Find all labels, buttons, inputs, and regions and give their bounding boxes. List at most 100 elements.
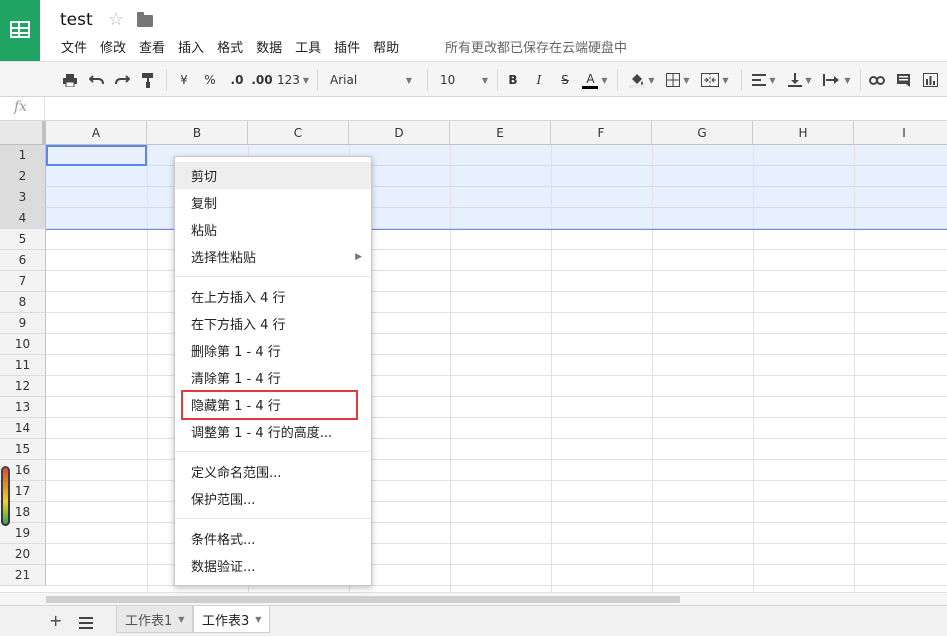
- menu-item-delete-rows[interactable]: 删除第 1 - 4 行: [175, 337, 371, 364]
- column-header-h[interactable]: H: [753, 121, 854, 145]
- menu-bar: 文件 修改 查看 插入 格式 数据 工具 插件 帮助: [61, 37, 412, 56]
- chevron-down-icon[interactable]: ▼: [255, 615, 261, 624]
- font-size-value: 10: [440, 73, 456, 87]
- menu-item-label: 粘贴: [191, 224, 218, 239]
- menu-insert[interactable]: 插入: [178, 37, 204, 56]
- row-header-10[interactable]: 10: [0, 334, 46, 355]
- strikethrough-button[interactable]: S: [557, 68, 573, 92]
- menu-item-copy[interactable]: 复制: [175, 189, 371, 216]
- decrease-decimals-button[interactable]: .0: [226, 68, 248, 92]
- document-title[interactable]: test: [60, 10, 93, 30]
- merge-cells-button[interactable]: ▼: [697, 68, 733, 92]
- row-header-20[interactable]: 20: [0, 544, 46, 565]
- link-icon[interactable]: [866, 68, 888, 92]
- folder-icon[interactable]: [137, 12, 153, 27]
- font-size-select[interactable]: 10 ▼: [440, 68, 488, 92]
- menu-data[interactable]: 数据: [256, 37, 282, 56]
- italic-button[interactable]: I: [531, 68, 547, 92]
- sheet-tabs-bar: + 工作表1 ▼ 工作表3 ▼: [0, 605, 947, 636]
- menu-item-label: 保护范围...: [191, 493, 256, 508]
- row-header-7[interactable]: 7: [0, 271, 46, 292]
- percent-format-button[interactable]: %: [201, 68, 219, 92]
- sheets-logo-icon[interactable]: [0, 0, 40, 61]
- currency-format-button[interactable]: ¥: [176, 68, 192, 92]
- column-header-b[interactable]: B: [147, 121, 248, 145]
- bold-button[interactable]: B: [505, 68, 521, 92]
- sheet-tab-1[interactable]: 工作表1 ▼: [116, 606, 194, 633]
- menu-format[interactable]: 格式: [217, 37, 243, 56]
- column-header-g[interactable]: G: [652, 121, 753, 145]
- row-header-3[interactable]: 3: [0, 187, 46, 208]
- sheet-tab-3[interactable]: 工作表3 ▼: [193, 606, 271, 633]
- vertical-align-button[interactable]: ▼: [783, 68, 817, 92]
- row-header-5[interactable]: 5: [0, 229, 46, 250]
- menu-item-paste[interactable]: 粘贴: [175, 216, 371, 243]
- menu-edit[interactable]: 修改: [100, 37, 126, 56]
- menu-item-label: 调整第 1 - 4 行的高度...: [191, 426, 333, 441]
- menu-item-resize-rows[interactable]: 调整第 1 - 4 行的高度...: [175, 418, 371, 445]
- row-header-19[interactable]: 19: [0, 523, 46, 544]
- undo-icon[interactable]: [86, 68, 106, 92]
- text-overflow-icon: [823, 74, 840, 86]
- menu-item-cut[interactable]: 剪切: [175, 162, 371, 189]
- column-header-c[interactable]: C: [248, 121, 349, 145]
- chevron-down-icon[interactable]: ▼: [178, 615, 184, 624]
- menu-addons[interactable]: 插件: [334, 37, 360, 56]
- row-header-1[interactable]: 1: [0, 145, 46, 166]
- comment-icon[interactable]: [893, 68, 913, 92]
- menu-item-paste-special[interactable]: 选择性粘贴 ▶: [175, 243, 371, 270]
- more-formats-label: 123: [276, 73, 300, 87]
- row-header-14[interactable]: 14: [0, 418, 46, 439]
- add-sheet-icon[interactable]: +: [49, 611, 62, 630]
- menu-item-protect-range[interactable]: 保护范围...: [175, 485, 371, 512]
- paint-format-icon[interactable]: [138, 68, 158, 92]
- column-header-a[interactable]: A: [46, 121, 147, 145]
- column-header-i[interactable]: I: [854, 121, 947, 145]
- borders-button[interactable]: ▼: [663, 68, 693, 92]
- menu-item-insert-rows-below[interactable]: 在下方插入 4 行: [175, 310, 371, 337]
- row-header-9[interactable]: 9: [0, 313, 46, 334]
- menu-item-named-range[interactable]: 定义命名范围...: [175, 458, 371, 485]
- all-sheets-icon[interactable]: [79, 614, 93, 633]
- menu-help[interactable]: 帮助: [373, 37, 399, 56]
- font-family-select[interactable]: Arial ▼: [330, 68, 412, 92]
- star-icon[interactable]: ☆: [108, 9, 124, 30]
- row-header-8[interactable]: 8: [0, 292, 46, 313]
- row-header-11[interactable]: 11: [0, 355, 46, 376]
- text-color-button[interactable]: A ▼: [578, 68, 612, 92]
- row-header-13[interactable]: 13: [0, 397, 46, 418]
- row-header-4[interactable]: 4: [0, 208, 46, 229]
- more-formats-dropdown[interactable]: 123 ▼: [276, 68, 310, 92]
- redo-icon[interactable]: [112, 68, 132, 92]
- menu-item-label: 在上方插入 4 行: [191, 291, 286, 306]
- row-header-21[interactable]: 21: [0, 565, 46, 586]
- column-header-f[interactable]: F: [551, 121, 652, 145]
- row-header-2[interactable]: 2: [0, 166, 46, 187]
- menu-tools[interactable]: 工具: [295, 37, 321, 56]
- column-header-d[interactable]: D: [349, 121, 450, 145]
- column-header-e[interactable]: E: [450, 121, 551, 145]
- insert-chart-icon[interactable]: [919, 68, 941, 92]
- spreadsheet-app: test ☆ 文件 修改 查看 插入 格式 数据 工具 插件 帮助 所有更改都已…: [0, 0, 947, 636]
- print-icon[interactable]: [60, 68, 80, 92]
- menu-item-data-validation[interactable]: 数据验证...: [175, 552, 371, 579]
- horizontal-align-button[interactable]: ▼: [747, 68, 781, 92]
- chevron-down-icon: ▼: [302, 75, 310, 85]
- menu-file[interactable]: 文件: [61, 37, 87, 56]
- increase-decimals-button[interactable]: .00: [251, 68, 273, 92]
- menu-item-conditional-format[interactable]: 条件格式...: [175, 525, 371, 552]
- formula-input[interactable]: [50, 97, 940, 121]
- cell-grid[interactable]: ABCDEFGHI 1 2 3 4 5 6 7 8 9 10 11 12 13 14 15 16 17 18 19 2…: [0, 121, 947, 592]
- row-header-15[interactable]: 15: [0, 439, 46, 460]
- menu-item-clear-rows[interactable]: 清除第 1 - 4 行: [175, 364, 371, 391]
- row-header-6[interactable]: 6: [0, 250, 46, 271]
- row-header-12[interactable]: 12: [0, 376, 46, 397]
- menu-view[interactable]: 查看: [139, 37, 165, 56]
- fill-color-button[interactable]: ▼: [625, 68, 659, 92]
- menu-item-insert-rows-above[interactable]: 在上方插入 4 行: [175, 283, 371, 310]
- select-all-corner[interactable]: [0, 121, 46, 145]
- save-status[interactable]: 所有更改都已保存在云端硬盘中: [445, 37, 627, 56]
- active-cell-a1[interactable]: [46, 145, 147, 166]
- horizontal-scrollbar[interactable]: [46, 596, 680, 603]
- text-wrap-button[interactable]: ▼: [819, 68, 855, 92]
